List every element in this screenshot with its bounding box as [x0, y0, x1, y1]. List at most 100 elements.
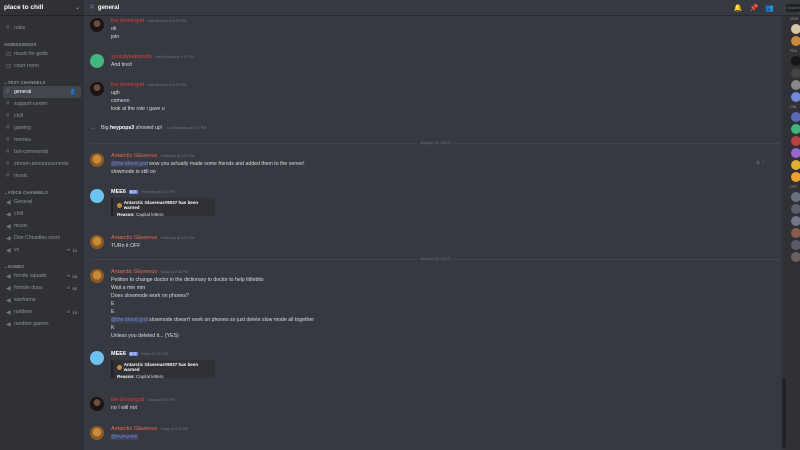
- message-actions[interactable]: ☺ ⋮: [756, 160, 766, 166]
- author-name[interactable]: Antarctic Glavenus: [111, 426, 157, 432]
- voice-channel-warframe[interactable]: ◀ warframe: [3, 294, 81, 306]
- avatar[interactable]: [90, 351, 104, 365]
- member-avatar[interactable]: [791, 136, 800, 146]
- category-games[interactable]: ⌄ GAMES: [0, 262, 84, 270]
- user-limit-badge: 00 10: [65, 247, 77, 253]
- member-avatar[interactable]: [791, 172, 800, 182]
- channel-memes[interactable]: # memes: [3, 134, 81, 146]
- member-avatar[interactable]: [791, 252, 800, 262]
- voice-channel-music[interactable]: ◀ music: [3, 220, 81, 232]
- hash-icon: #: [90, 4, 94, 11]
- member-avatar[interactable]: [791, 124, 800, 134]
- embed-avatar: [117, 202, 122, 208]
- channel-music[interactable]: # music: [3, 170, 81, 182]
- author-name[interactable]: Antarctic Glavenus: [111, 153, 157, 159]
- author-name[interactable]: the blood god: [111, 18, 144, 24]
- user-mention[interactable]: @the blood god: [111, 161, 148, 167]
- channel-stream-announcements[interactable]: # stream-announcements: [3, 158, 81, 170]
- member-avatar[interactable]: [791, 24, 800, 34]
- member-avatar[interactable]: [791, 92, 800, 102]
- timestamp: Last Monday at 8:36 PM: [147, 19, 187, 23]
- bell-icon[interactable]: 🔔: [734, 4, 743, 12]
- channel-court-room[interactable]: ⊡ court room: [3, 60, 81, 72]
- timestamp: Yesterday at 4:21 PM: [140, 190, 175, 194]
- everyone-mention[interactable]: @everyone: [111, 434, 138, 440]
- member-avatar[interactable]: [791, 56, 800, 66]
- avatar[interactable]: [90, 189, 104, 203]
- category-text[interactable]: ⌄ TEXT CHANNELS: [0, 78, 84, 86]
- member-avatar[interactable]: [791, 160, 800, 170]
- voice-channel-fornite-squads[interactable]: ◀ fornite squads 00 04: [3, 270, 81, 282]
- lock-icon: ⊡: [6, 63, 12, 70]
- voice-channel-don-cheadles-room[interactable]: ◀ Don Cheadles room: [3, 232, 81, 244]
- channel-chill[interactable]: # chill: [3, 110, 81, 122]
- member-avatar[interactable]: [791, 112, 800, 122]
- avatar[interactable]: [90, 82, 104, 96]
- chevron-down-icon[interactable]: ⌄: [75, 4, 80, 11]
- channel-sidebar: place to chill ⌄ # rules ADMINS/MODS ⊡ mus…: [0, 0, 84, 450]
- members-icon[interactable]: 👥: [765, 4, 774, 12]
- reaction-icon[interactable]: ☺: [756, 160, 761, 165]
- timestamp: Today at 2:51 PM: [140, 352, 169, 356]
- voice-channel-fortnite-duos[interactable]: ◀ fortnite duos 00 02: [3, 282, 81, 294]
- member-avatar[interactable]: [791, 36, 800, 46]
- join-message: → Big heypops3 showed up! Last Monday at…: [90, 125, 207, 131]
- member-list: MOD PEA ONL OFF: [786, 16, 800, 450]
- member-avatar[interactable]: [791, 68, 800, 78]
- avatar[interactable]: [90, 397, 104, 411]
- member-group-heading: ONL: [790, 105, 798, 109]
- pin-icon[interactable]: 📌: [750, 4, 759, 12]
- avatar[interactable]: [90, 269, 104, 283]
- author-name[interactable]: Antarctic Glavenus: [111, 235, 157, 241]
- channel-bot-commands[interactable]: # bot-commands: [3, 146, 81, 158]
- channel-title: general: [97, 4, 120, 11]
- author-name[interactable]: the blood god: [111, 397, 144, 403]
- warning-embed: Antarctic Glavenus#8037 has been warned …: [111, 360, 215, 379]
- search-input[interactable]: Search: [786, 4, 800, 12]
- speaker-icon: ◀: [6, 321, 11, 328]
- channel-support-center[interactable]: # support-center: [3, 98, 81, 110]
- speaker-icon: ◀: [6, 223, 11, 230]
- category-admins[interactable]: ADMINS/MODS: [0, 40, 84, 48]
- author-name[interactable]: MEE6: [111, 351, 126, 357]
- timestamp: Last Monday at 9:10 PM: [154, 55, 194, 59]
- message-text: K: [111, 325, 115, 331]
- avatar[interactable]: [90, 54, 104, 68]
- voice-channel-vc[interactable]: ◀ vc 00 10: [3, 244, 81, 256]
- author-name[interactable]: heypops3: [110, 125, 134, 131]
- author-name[interactable]: Antarctic Glavenus: [111, 269, 157, 275]
- avatar[interactable]: [90, 153, 104, 167]
- member-avatar[interactable]: [791, 148, 800, 158]
- more-icon[interactable]: ⋮: [762, 160, 767, 165]
- channel-general[interactable]: # general 👤: [3, 86, 81, 98]
- speaker-icon: ◀: [6, 211, 11, 218]
- member-group-heading: MOD: [790, 17, 799, 21]
- invite-icon[interactable]: 👤: [70, 89, 76, 95]
- voice-channel-general[interactable]: ◀ General: [3, 196, 81, 208]
- voice-channel-random-games[interactable]: ◀ random games: [3, 318, 81, 330]
- voice-channel-rainbow[interactable]: ◀ rainbow 00 10: [3, 306, 81, 318]
- timestamp: Today at 2:48 PM: [160, 270, 189, 274]
- member-avatar[interactable]: [791, 80, 800, 90]
- author-name[interactable]: yooodyeahbrade: [111, 54, 152, 60]
- voice-channel-chill[interactable]: ◀ chill: [3, 208, 81, 220]
- warning-embed: Antarctic Glavenus#8037 has been warned …: [111, 198, 215, 217]
- hash-icon: #: [6, 173, 10, 179]
- author-name[interactable]: MEE6: [111, 189, 126, 195]
- server-header[interactable]: place to chill ⌄: [0, 0, 84, 16]
- member-avatar[interactable]: [791, 240, 800, 250]
- avatar[interactable]: [90, 18, 104, 32]
- channel-music-for-gods[interactable]: ⊡ music for gods: [3, 48, 81, 60]
- category-voice[interactable]: ⌄ VOICE CHANNELS: [0, 188, 84, 196]
- avatar[interactable]: [90, 235, 104, 249]
- member-avatar[interactable]: [791, 216, 800, 226]
- avatar[interactable]: [90, 426, 104, 440]
- channel-rules[interactable]: # rules: [3, 22, 81, 34]
- member-avatar[interactable]: [791, 192, 800, 202]
- message-text: join: [111, 34, 120, 40]
- author-name[interactable]: the blood god: [111, 82, 144, 88]
- user-mention[interactable]: @the blood god: [111, 317, 148, 323]
- channel-gaming[interactable]: # gaming: [3, 122, 81, 134]
- member-avatar[interactable]: [791, 204, 800, 214]
- member-avatar[interactable]: [791, 228, 800, 238]
